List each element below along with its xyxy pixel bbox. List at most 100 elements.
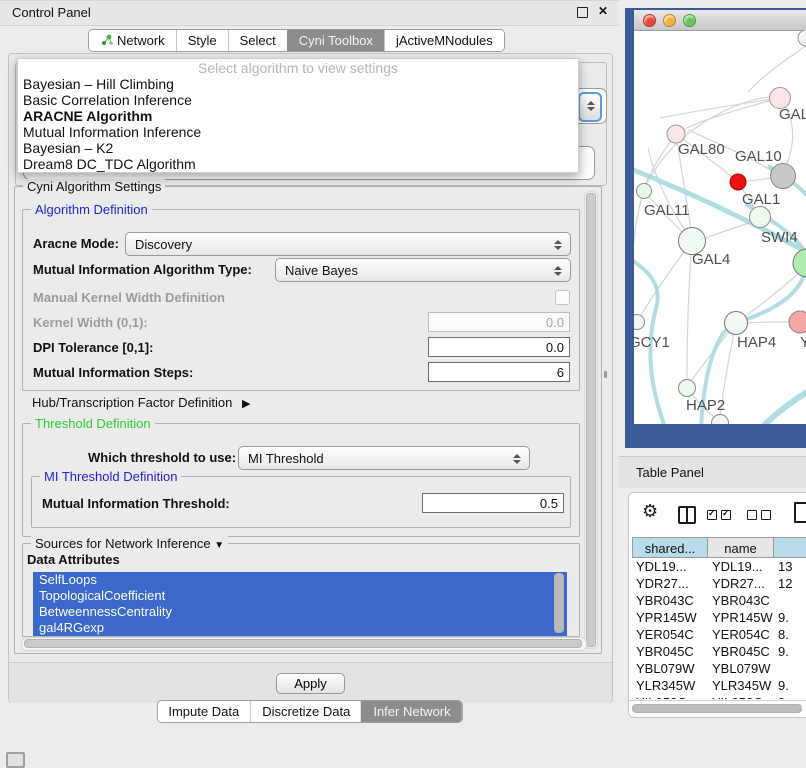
node-label-gal80: GAL80 bbox=[678, 141, 725, 158]
sources-legend[interactable]: Sources for Network Inference ▼ bbox=[31, 536, 228, 551]
network-edge[interactable] bbox=[703, 222, 752, 239]
network-edge[interactable] bbox=[634, 191, 644, 270]
chevron-updown-icon bbox=[553, 237, 563, 253]
dpi-tolerance-field[interactable]: 0.0 bbox=[428, 337, 570, 357]
node-label-gal4: GAL4 bbox=[692, 251, 730, 268]
network-window-titlebar[interactable] bbox=[634, 10, 806, 31]
tab-select[interactable]: Select bbox=[228, 30, 287, 51]
settings-horizontal-scrollbar[interactable] bbox=[21, 637, 587, 651]
table-row[interactable]: YBR043CYBR043C bbox=[632, 592, 806, 609]
float-window-icon[interactable] bbox=[577, 7, 588, 18]
apply-strip: Apply bbox=[9, 662, 612, 703]
algorithm-definition-legend: Algorithm Definition bbox=[31, 202, 152, 217]
checked-pair-icon[interactable] bbox=[707, 510, 731, 520]
attribute-item[interactable]: TopologicalCoefficient bbox=[33, 588, 567, 604]
network-canvas[interactable]: GALGAL80GAL10GAL1GAL11SWI4GAL4GCY1HAP4YH… bbox=[634, 30, 806, 424]
attribute-item[interactable]: gal4RGexp bbox=[33, 620, 567, 636]
bottom-tab-infer-network[interactable]: Infer Network bbox=[361, 701, 461, 722]
aracne-mode-select[interactable]: Discovery bbox=[125, 232, 571, 256]
algorithm-option[interactable]: Mutual Information Inference bbox=[18, 124, 578, 140]
mi-steps-label: Mutual Information Steps: bbox=[33, 365, 193, 380]
network-edge[interactable] bbox=[747, 322, 790, 323]
algorithm-option[interactable]: ARACNE Algorithm bbox=[18, 108, 578, 124]
bottom-tab-impute-data[interactable]: Impute Data bbox=[157, 701, 250, 722]
which-threshold-select[interactable]: MI Threshold bbox=[238, 446, 530, 470]
kernel-width-field[interactable]: 0.0 bbox=[428, 312, 570, 332]
bottom-tab-label: Impute Data bbox=[168, 704, 239, 719]
apply-button[interactable]: Apply bbox=[276, 673, 345, 694]
table-row[interactable]: YER054CYER054C8. bbox=[632, 626, 806, 643]
table-cell: 9. bbox=[774, 609, 806, 626]
minimize-traffic-light-icon[interactable] bbox=[663, 14, 676, 27]
network-node[interactable] bbox=[730, 174, 746, 190]
hub-definition-expander[interactable]: Hub/Transcription Factor Definition ▶ bbox=[32, 395, 250, 410]
algorithm-option[interactable]: Bayesian – K2 bbox=[18, 140, 578, 156]
panel-splitter-handle[interactable] bbox=[604, 371, 607, 378]
table-cell: 13 bbox=[774, 558, 806, 575]
grid-corner-icon[interactable] bbox=[6, 752, 25, 768]
network-node-gal1[interactable] bbox=[750, 207, 771, 228]
table-row[interactable]: YBR045CYBR045C9. bbox=[632, 643, 806, 660]
bottom-tab-discretize-data[interactable]: Discretize Data bbox=[250, 701, 361, 722]
settings-vertical-scrollbar[interactable] bbox=[584, 191, 598, 649]
network-node-y[interactable] bbox=[789, 311, 806, 333]
attribute-item[interactable]: BetweennessCentrality bbox=[33, 604, 567, 620]
table-header-row: shared...name bbox=[632, 537, 806, 558]
tab-jactivemnodules[interactable]: jActiveMNodules bbox=[384, 30, 504, 51]
network-graph: GALGAL80GAL10GAL1GAL11SWI4GAL4GCY1HAP4YH… bbox=[634, 30, 806, 424]
network-node-gal11[interactable] bbox=[637, 184, 652, 199]
mi-type-select[interactable]: Naive Bayes bbox=[275, 258, 571, 282]
table-cell bbox=[774, 660, 806, 677]
algorithm-option[interactable]: Dream8 DC_TDC Algorithm bbox=[18, 156, 578, 172]
attributes-scrollbar[interactable] bbox=[553, 572, 564, 634]
gear-icon[interactable]: ⚙ bbox=[642, 501, 658, 522]
table-horizontal-scrollbar[interactable] bbox=[629, 700, 806, 714]
mi-threshold-field[interactable]: 0.5 bbox=[422, 493, 564, 513]
network-node[interactable] bbox=[712, 415, 729, 425]
network-view-frame: GALGAL80GAL10GAL1GAL11SWI4GAL4GCY1HAP4YH… bbox=[625, 8, 806, 448]
table-row[interactable]: YPR145WYPR145W9. bbox=[632, 609, 806, 626]
network-node-hap4[interactable] bbox=[725, 312, 748, 335]
network-edge[interactable] bbox=[678, 98, 780, 133]
column-header[interactable] bbox=[774, 537, 806, 558]
close-icon[interactable]: ✕ bbox=[598, 4, 608, 18]
zoom-traffic-light-icon[interactable] bbox=[683, 14, 696, 27]
table-row[interactable]: YDR27...YDR27...12 bbox=[632, 575, 806, 592]
document-icon[interactable] bbox=[794, 502, 806, 523]
data-attributes-list[interactable]: SelfLoopsTopologicalCoefficientBetweenne… bbox=[33, 572, 567, 636]
column-header[interactable]: shared... bbox=[632, 537, 708, 558]
hub-definition-label: Hub/Transcription Factor Definition bbox=[32, 395, 232, 410]
combo-spinner-focused[interactable] bbox=[578, 92, 602, 122]
table-row[interactable]: YIL052CYIL052C9 bbox=[632, 694, 806, 699]
network-edge[interactable] bbox=[748, 46, 806, 92]
node-table: shared...name YDL19...YDL19...13YDR27...… bbox=[632, 537, 806, 699]
mi-type-value: Naive Bayes bbox=[285, 263, 358, 278]
unchecked-pair-icon[interactable] bbox=[747, 510, 771, 520]
table-rows: YDL19...YDL19...13YDR27...YDR27...12YBR0… bbox=[632, 558, 806, 699]
split-columns-icon[interactable] bbox=[678, 506, 696, 524]
algorithm-option[interactable]: Bayesian – Hill Climbing bbox=[18, 76, 578, 92]
table-cell: YLR345W bbox=[708, 677, 774, 694]
network-node-gal10[interactable] bbox=[771, 164, 796, 189]
algorithm-option[interactable]: Basic Correlation Inference bbox=[18, 92, 578, 108]
network-edge[interactable] bbox=[744, 178, 771, 182]
table-row[interactable]: YBL079WYBL079W bbox=[632, 660, 806, 677]
table-cell: YDL19... bbox=[632, 558, 708, 575]
mi-type-label: Mutual Information Algorithm Type: bbox=[33, 262, 252, 277]
tab-style[interactable]: Style bbox=[176, 30, 228, 51]
column-header[interactable]: name bbox=[708, 537, 774, 558]
network-edge[interactable] bbox=[758, 388, 806, 424]
table-row[interactable]: YDL19...YDL19...13 bbox=[632, 558, 806, 575]
attribute-item[interactable]: SelfLoops bbox=[33, 572, 567, 588]
table-row[interactable]: YLR345WYLR345W9. bbox=[632, 677, 806, 694]
network-node[interactable] bbox=[798, 30, 806, 46]
mi-steps-field[interactable]: 6 bbox=[428, 362, 570, 382]
tab-network[interactable]: Network bbox=[89, 30, 176, 51]
expander-arrow-icon: ▶ bbox=[242, 398, 250, 410]
tab-cyni-toolbox[interactable]: Cyni Toolbox bbox=[287, 30, 384, 51]
network-node-gcy1[interactable] bbox=[634, 315, 645, 330]
network-node-swi4[interactable] bbox=[793, 249, 806, 277]
close-traffic-light-icon[interactable] bbox=[643, 14, 656, 27]
network-node-hap2[interactable] bbox=[679, 380, 696, 397]
manual-kernel-checkbox[interactable] bbox=[555, 290, 570, 305]
